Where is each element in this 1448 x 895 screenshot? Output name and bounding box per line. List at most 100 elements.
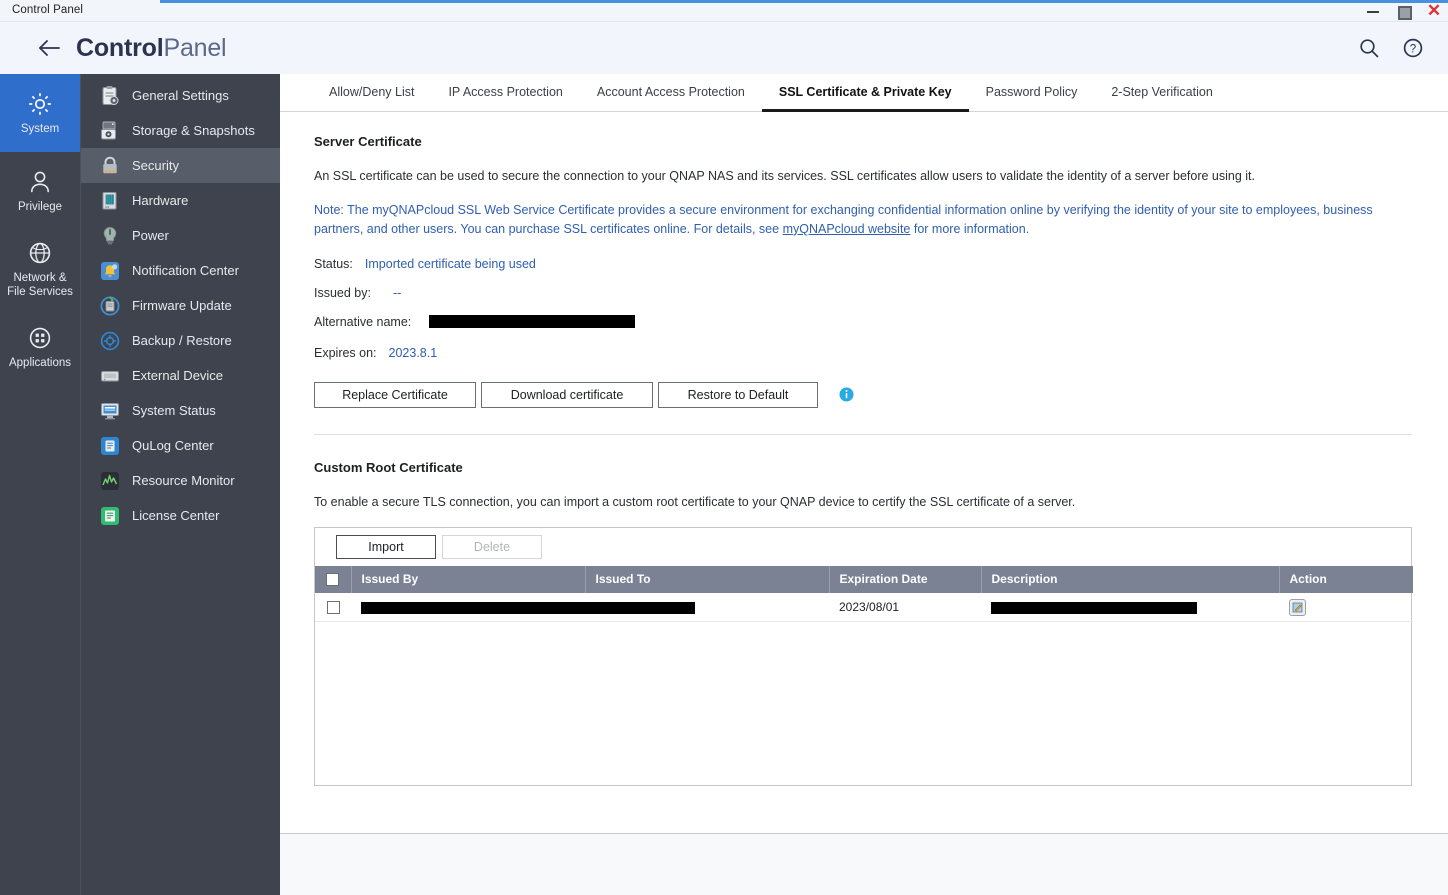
- rail-item-label-network-file-services: Network & File Services: [5, 272, 75, 300]
- sidebar-item-system-status[interactable]: System Status: [81, 393, 280, 428]
- restore-to-default-button[interactable]: Restore to Default: [658, 382, 818, 408]
- issued-by-row: Issued by: --: [314, 286, 1412, 300]
- status-value: Imported certificate being used: [365, 257, 536, 271]
- table-header-row: Issued By Issued To Expiration Date Desc…: [315, 566, 1413, 593]
- os-title-bar: Control Panel ✕: [0, 0, 1448, 22]
- storage-icon: [99, 120, 121, 142]
- cell-action: [1279, 593, 1413, 622]
- tab-password-policy[interactable]: Password Policy: [969, 75, 1095, 112]
- delete-button[interactable]: Delete: [442, 535, 542, 559]
- help-circle-icon[interactable]: ?: [1400, 35, 1426, 61]
- globe-icon: [25, 238, 55, 268]
- grid-icon: [25, 323, 55, 353]
- section-divider: [314, 434, 1412, 435]
- bell-icon: [99, 260, 121, 282]
- custom-root-certificate-heading: Custom Root Certificate: [314, 460, 1412, 475]
- sidebar-item-resource-monitor[interactable]: Resource Monitor: [81, 463, 280, 498]
- download-certificate-button[interactable]: Download certificate: [481, 382, 653, 408]
- header-actions: ?: [1356, 35, 1426, 61]
- sidebar-item-label: Power: [132, 228, 169, 243]
- myqnapcloud-website-link[interactable]: myQNAPcloud website: [783, 222, 911, 236]
- rail-item-label-privilege: Privilege: [16, 201, 64, 215]
- sidebar-item-label: Notification Center: [132, 263, 239, 278]
- rail-item-privilege[interactable]: Privilege: [0, 152, 80, 230]
- power-icon: [99, 225, 121, 247]
- backup-restore-icon: [99, 330, 121, 352]
- firmware-icon: [99, 295, 121, 317]
- sidebar-item-firmware-update[interactable]: Firmware Update: [81, 288, 280, 323]
- gear-icon: [25, 89, 55, 119]
- expires-on-label: Expires on:: [314, 346, 377, 360]
- alternative-name-row: Alternative name:: [314, 315, 1412, 329]
- external-device-icon: [99, 365, 121, 387]
- custom-root-certificate-description: To enable a secure TLS connection, you c…: [314, 493, 1412, 511]
- rail-item-label-applications: Applications: [7, 357, 73, 371]
- sidebar-item-label: Security: [132, 158, 179, 173]
- sidebar-item-qulog-center[interactable]: QuLog Center: [81, 428, 280, 463]
- resource-monitor-icon: [99, 470, 121, 492]
- column-header-issued-to[interactable]: Issued To: [585, 566, 829, 593]
- sidebar-item-hardware[interactable]: Hardware: [81, 183, 280, 218]
- monitor-icon: [99, 400, 121, 422]
- tab-ssl-certificate-private-key[interactable]: SSL Certificate & Private Key: [762, 75, 969, 112]
- issued-by-redacted-value: [361, 602, 695, 614]
- expires-on-row: Expires on: 2023.8.1: [314, 346, 1412, 360]
- sidebar-item-label: License Center: [132, 508, 219, 523]
- minimize-button[interactable]: [1366, 4, 1380, 18]
- replace-certificate-button[interactable]: Replace Certificate: [314, 382, 476, 408]
- cell-expiration-date: 2023/08/01: [829, 593, 981, 622]
- myqnapcloud-note: Note: The myQNAPcloud SSL Web Service Ce…: [314, 201, 1404, 239]
- edit-pencil-icon[interactable]: [1289, 599, 1306, 616]
- server-certificate-actions: Replace Certificate Download certificate…: [314, 382, 1412, 408]
- back-arrow-icon[interactable]: [36, 35, 62, 61]
- hardware-icon: [99, 190, 121, 212]
- user-icon: [25, 167, 55, 197]
- sidebar-item-general-settings[interactable]: General Settings: [81, 78, 280, 113]
- svg-text:?: ?: [1410, 44, 1416, 56]
- table-row[interactable]: 2023/08/01: [315, 593, 1413, 622]
- column-header-issued-by[interactable]: Issued By: [351, 566, 585, 593]
- sidebar-item-power[interactable]: Power: [81, 218, 280, 253]
- sidebar-item-label: Resource Monitor: [132, 473, 235, 488]
- lock-icon: [99, 155, 121, 177]
- sidebar-item-security[interactable]: Security: [81, 148, 280, 183]
- custom-root-certificate-table: Issued By Issued To Expiration Date Desc…: [315, 566, 1413, 623]
- search-icon[interactable]: [1356, 35, 1382, 61]
- sidebar-item-backup-restore[interactable]: Backup / Restore: [81, 323, 280, 358]
- column-header-description[interactable]: Description: [981, 566, 1279, 593]
- import-button[interactable]: Import: [336, 535, 436, 559]
- rail-item-applications[interactable]: Applications: [0, 308, 80, 386]
- expires-on-value: 2023.8.1: [389, 346, 438, 360]
- cell-description: [981, 593, 1279, 622]
- panel-body: Server Certificate An SSL certificate ca…: [280, 112, 1448, 786]
- table-toolbar: Import Delete: [315, 528, 1411, 566]
- tab-2-step-verification[interactable]: 2-Step Verification: [1094, 75, 1229, 112]
- rail-item-system[interactable]: System: [0, 74, 80, 152]
- sidebar-item-storage-snapshots[interactable]: Storage & Snapshots: [81, 113, 280, 148]
- page-title-light: Panel: [163, 34, 226, 62]
- row-checkbox[interactable]: [327, 601, 340, 614]
- status-label: Status:: [314, 257, 353, 271]
- server-certificate-description: An SSL certificate can be used to secure…: [314, 167, 1412, 185]
- maximize-button[interactable]: [1396, 4, 1410, 18]
- os-window-title: Control Panel: [12, 4, 83, 16]
- server-certificate-heading: Server Certificate: [314, 134, 1412, 149]
- clipboard-gear-icon: [99, 85, 121, 107]
- sidebar-item-external-device[interactable]: External Device: [81, 358, 280, 393]
- sidebar-item-notification-center[interactable]: Notification Center: [81, 253, 280, 288]
- sidebar-item-license-center[interactable]: License Center: [81, 498, 280, 533]
- cell-issued-by: [351, 593, 585, 622]
- tab-allow-deny-list[interactable]: Allow/Deny List: [312, 75, 431, 112]
- column-header-expiration-date[interactable]: Expiration Date: [829, 566, 981, 593]
- row-select-cell: [315, 593, 351, 622]
- tab-account-access-protection[interactable]: Account Access Protection: [580, 75, 762, 112]
- close-button[interactable]: ✕: [1426, 4, 1442, 18]
- tab-ip-access-protection[interactable]: IP Access Protection: [431, 75, 579, 112]
- info-circle-icon[interactable]: [839, 387, 854, 402]
- rail-item-network-file-services[interactable]: Network & File Services: [0, 230, 80, 308]
- status-row: Status: Imported certificate being used: [314, 257, 1412, 271]
- rail-item-label-system: System: [19, 123, 61, 137]
- sidebar-item-label: QuLog Center: [132, 438, 214, 453]
- select-all-header: [315, 566, 351, 593]
- select-all-checkbox[interactable]: [326, 573, 339, 586]
